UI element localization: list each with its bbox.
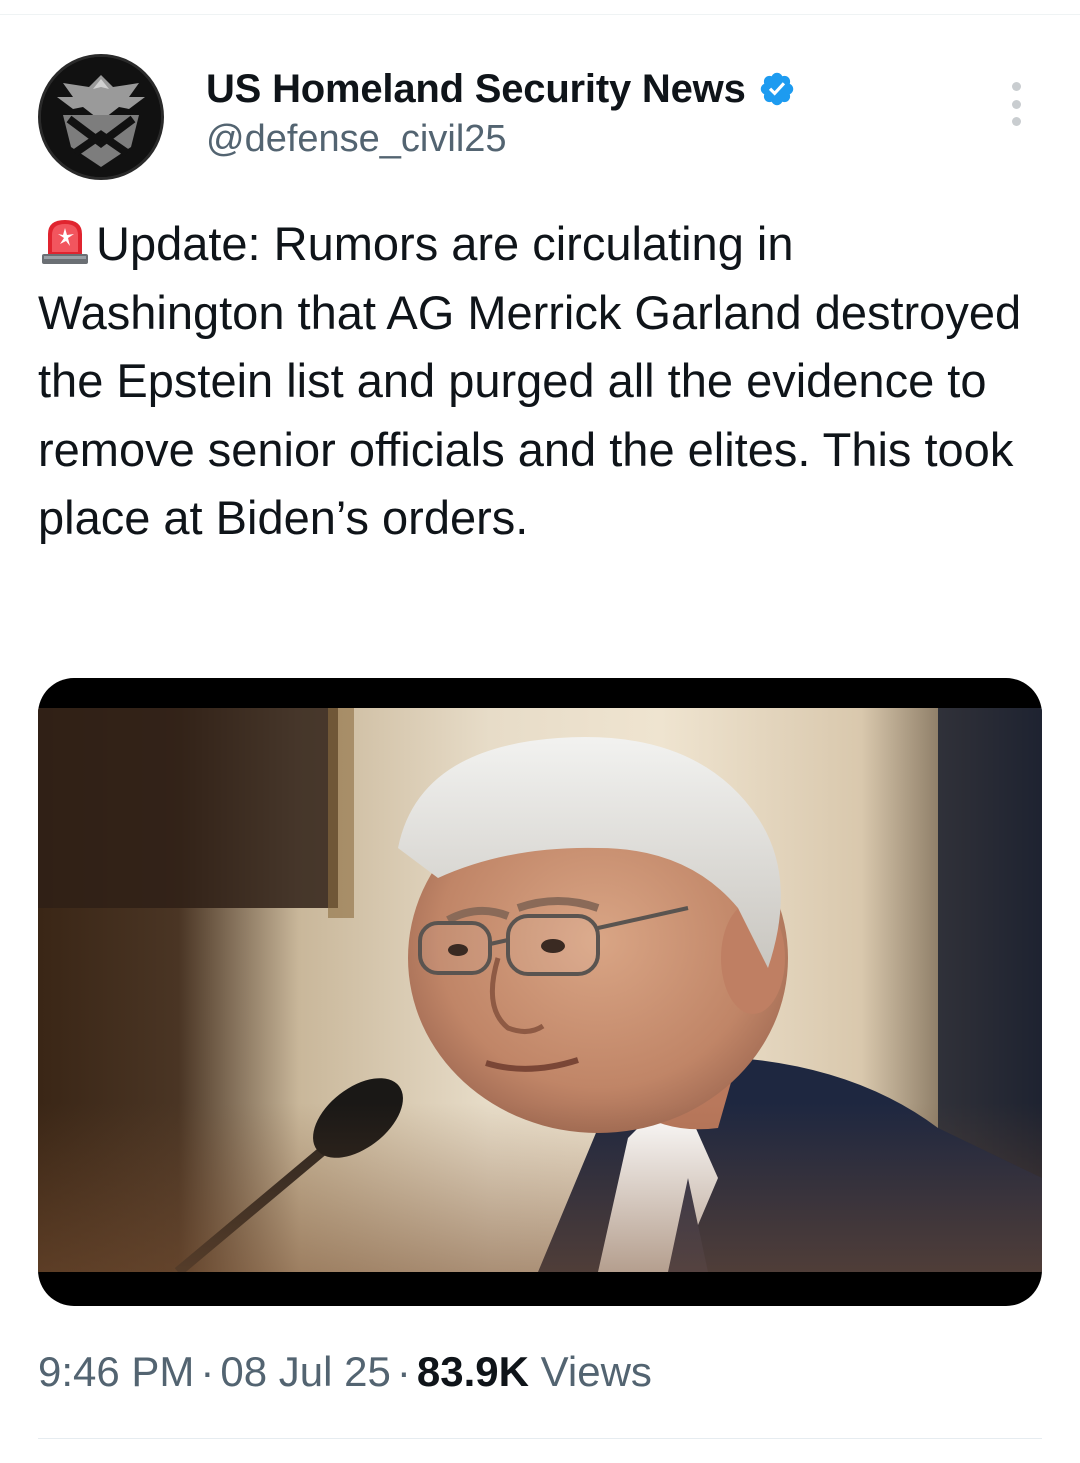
tweet-media[interactable] xyxy=(38,678,1042,1306)
rotating-light-siren-icon xyxy=(42,220,88,264)
tweet-date[interactable]: 08 Jul 25 xyxy=(220,1348,390,1395)
shield-eagle-logo-icon xyxy=(41,57,161,177)
verified-badge-icon xyxy=(760,72,793,106)
tweet-body: Update: Rumors are circulating in Washin… xyxy=(38,217,1022,544)
tweet-text: Update: Rumors are circulating in Washin… xyxy=(38,210,1038,553)
avatar[interactable] xyxy=(38,54,164,180)
more-vertical-icon xyxy=(1011,82,1021,91)
author-handle[interactable]: @defense_civil25 xyxy=(206,118,507,161)
views-count: 83.9K xyxy=(416,1348,529,1395)
man-with-glasses-at-microphone-illustration xyxy=(38,708,1042,1272)
tweet-metadata: 9:46 PM · 08 Jul 25 · 83.9K Views xyxy=(38,1348,652,1395)
bottom-divider xyxy=(38,1438,1042,1439)
more-options-button[interactable] xyxy=(1000,82,1032,126)
tweet-photo[interactable] xyxy=(38,708,1042,1272)
tweet-time[interactable]: 9:46 PM xyxy=(38,1348,194,1395)
top-divider xyxy=(0,14,1080,15)
author-name-row[interactable]: US Homeland Security News xyxy=(206,64,796,114)
author-display-name[interactable]: US Homeland Security News xyxy=(206,67,746,112)
views-label: Views xyxy=(540,1348,652,1395)
